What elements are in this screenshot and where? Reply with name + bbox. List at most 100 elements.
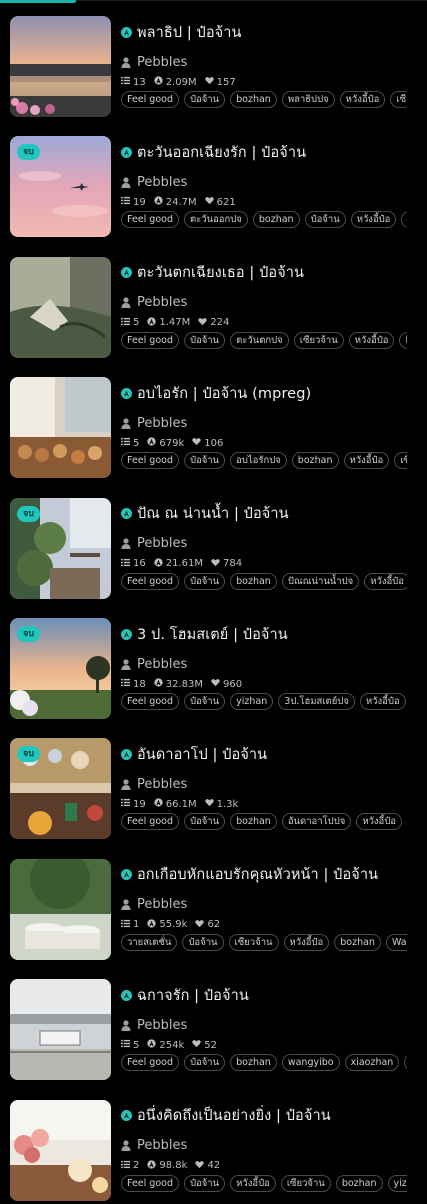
story-title[interactable]: อันดาอาโป | ป๋อจ้าน xyxy=(137,743,267,766)
tag-chip[interactable]: หวังอี้ป๋อ xyxy=(343,452,390,470)
author-row[interactable]: Pebbles xyxy=(121,1016,187,1034)
story-title-row[interactable]: ปัณ ณ น่านน้ำ | ป๋อจ้าน xyxy=(121,502,421,526)
tag-chip[interactable]: พลาธิปปจ xyxy=(281,91,335,108)
tag-chip[interactable]: ป๋อจ้าน xyxy=(183,1054,226,1072)
story-title-row[interactable]: อันดาอาโป | ป๋อจ้าน xyxy=(121,742,421,766)
tag-chip[interactable]: Feel good xyxy=(121,1174,179,1192)
story-title-row[interactable]: ฉกาจรัก | ป๋อจ้าน xyxy=(121,983,421,1007)
tag-chip[interactable]: ป๋อจ้าน xyxy=(304,211,346,229)
tag-chip[interactable]: wangyibo xyxy=(281,1054,340,1072)
story-title[interactable]: ปัณ ณ น่านน้ำ | ป๋อจ้าน xyxy=(137,502,289,525)
tag-chip[interactable]: เซี xyxy=(390,91,407,108)
story-card[interactable]: พลาธิป | ป๋อจ้าน Pebbles 13 2.09M 157 Feel… xyxy=(0,0,427,120)
story-cover-image[interactable] xyxy=(10,377,111,479)
author-name[interactable]: Pebbles xyxy=(137,175,187,190)
story-cover-image[interactable] xyxy=(10,979,111,1081)
tag-chip[interactable]: ป๋อจ้าน xyxy=(183,693,226,710)
tag-chip[interactable]: Feel good xyxy=(121,91,179,108)
author-row[interactable]: Pebbles xyxy=(121,896,187,914)
story-card[interactable]: จบ ปัณ ณ น่านน้ำ | ป๋อจ้าน Pebbles 16 21.… xyxy=(0,482,427,602)
tag-chip[interactable]: bozhan xyxy=(230,572,277,590)
author-name[interactable]: Pebbles xyxy=(137,536,187,551)
story-card[interactable]: จบ 3 ป. โฮมสเตย์ | ป๋อจ้าน Pebbles 18 32.… xyxy=(0,602,427,722)
story-title[interactable]: อกเกือบหักแอบรักคุณหัวหน้า | ป๋อจ้าน xyxy=(137,863,378,886)
author-row[interactable]: Pebbles xyxy=(121,775,187,793)
story-cover-image[interactable] xyxy=(10,1099,111,1201)
story-title[interactable]: ตะวันตกเฉียงเธอ | ป๋อจ้าน xyxy=(137,261,304,284)
tag-chip[interactable]: ห xyxy=(404,1054,407,1072)
story-title-row[interactable]: พลาธิป | ป๋อจ้าน xyxy=(121,20,421,44)
story-card[interactable]: อนึ่งคิดถึงเป็นอย่างยิ่ง | ป๋อจ้าน Pebble… xyxy=(0,1084,427,1204)
author-name[interactable]: Pebbles xyxy=(137,657,187,672)
tag-chip[interactable]: Wan xyxy=(385,933,407,951)
tag-chip[interactable]: ป๋อจ้าน xyxy=(183,91,226,108)
tag-chip[interactable]: bozhan xyxy=(252,211,300,229)
tag-chip[interactable]: Feel good xyxy=(121,572,179,590)
tag-chip[interactable]: วายสเตชั่น xyxy=(121,933,178,951)
tag-chip[interactable]: หวังอี้ป๋อ xyxy=(339,91,386,108)
tag-chip[interactable]: ป๋อจ้าน xyxy=(182,933,224,951)
tag-chip[interactable]: ปัณณน่านน้ำปจ xyxy=(281,572,360,590)
story-card[interactable]: จบ อันดาอาโป | ป๋อจ้าน Pebbles 19 66.1M 1… xyxy=(0,722,427,842)
tag-chip[interactable]: bozhan xyxy=(334,933,381,951)
story-title-row[interactable]: ตะวันออกเฉียงรัก | ป๋อจ้าน xyxy=(121,140,421,164)
author-row[interactable]: Pebbles xyxy=(121,173,187,191)
tag-chip[interactable]: เซียวจ้าน xyxy=(293,331,344,349)
tag-chip[interactable]: เซียวจ้าน xyxy=(228,933,279,951)
story-card[interactable]: ฉกาจรัก | ป๋อจ้าน Pebbles 5 254k 52 Feel g… xyxy=(0,963,427,1083)
tag-chip[interactable]: หวังอี้ป๋อ xyxy=(359,693,406,710)
tag-chip[interactable]: เซี xyxy=(394,452,407,470)
story-title-row[interactable]: 3 ป. โฮมสเตย์ | ป๋อจ้าน xyxy=(121,622,421,646)
story-cover-image[interactable]: จบ xyxy=(10,738,111,840)
story-title[interactable]: อนึ่งคิดถึงเป็นอย่างยิ่ง | ป๋อจ้าน xyxy=(137,1104,331,1127)
tag-chip[interactable]: อบไอรักปจ xyxy=(230,452,287,470)
tag-chip[interactable]: เ xyxy=(401,211,407,229)
tag-chip[interactable]: bozhan xyxy=(335,1174,383,1192)
story-title[interactable]: พลาธิป | ป๋อจ้าน xyxy=(137,21,242,44)
story-cover-image[interactable]: จบ xyxy=(10,136,111,238)
tag-chip[interactable]: bozhan xyxy=(230,91,277,108)
tag-chip[interactable]: ป๋อจ้าน xyxy=(183,331,226,349)
tag-chip[interactable]: bozhan xyxy=(291,452,339,470)
story-card[interactable]: จบ ตะวันออกเฉียงรัก | ป๋อจ้าน Pebbles 19 … xyxy=(0,120,427,240)
tag-chip[interactable]: Feel good xyxy=(121,211,179,229)
story-cover-image[interactable] xyxy=(10,16,111,117)
tag-chip[interactable]: ตะวันออกปจ xyxy=(183,211,248,229)
tag-chip[interactable]: Feel good xyxy=(121,1054,179,1072)
tag-chip[interactable]: Feel good xyxy=(121,331,179,349)
story-card[interactable]: อกเกือบหักแอบรักคุณหัวหน้า | ป๋อจ้าน Pebb… xyxy=(0,843,427,963)
author-row[interactable]: Pebbles xyxy=(121,655,187,673)
story-title-row[interactable]: อกเกือบหักแอบรักคุณหัวหน้า | ป๋อจ้าน xyxy=(121,863,421,887)
tag-chip[interactable]: Feel good xyxy=(121,452,179,470)
author-name[interactable]: Pebbles xyxy=(137,55,187,70)
author-row[interactable]: Pebbles xyxy=(121,1137,187,1155)
author-row[interactable]: Pebbles xyxy=(121,535,187,553)
tag-chip[interactable]: หวังอี้ป๋อ xyxy=(348,331,395,349)
tag-chip[interactable]: xiaozhan xyxy=(344,1054,400,1072)
story-title-row[interactable]: อบไอรัก | ป๋อจ้าน (mpreg) xyxy=(121,381,421,405)
author-name[interactable]: Pebbles xyxy=(137,295,187,310)
author-row[interactable]: Pebbles xyxy=(121,414,187,432)
story-cover-image[interactable]: จบ xyxy=(10,497,111,599)
story-cover-image[interactable]: จบ xyxy=(10,618,111,719)
story-title-row[interactable]: อนึ่งคิดถึงเป็นอย่างยิ่ง | ป๋อจ้าน xyxy=(121,1104,421,1128)
tag-chip[interactable]: หวังอี้ป๋อ xyxy=(230,1174,276,1192)
story-title[interactable]: ฉกาจรัก | ป๋อจ้าน xyxy=(137,984,249,1007)
tag-chip[interactable]: ป๋อจ้าน xyxy=(183,572,226,590)
tag-chip[interactable]: เซียวจ้าน xyxy=(280,1174,331,1192)
tag-chip[interactable]: หวังอี้ป๋อ xyxy=(283,933,330,951)
tag-chip[interactable]: หวังอี้ป๋อ xyxy=(356,813,402,831)
tag-chip[interactable]: 3ป.โฮมสเตย์ปจ xyxy=(278,693,355,710)
tag-chip[interactable]: yizhan xyxy=(230,693,274,710)
story-cover-image[interactable] xyxy=(10,858,111,960)
author-name[interactable]: Pebbles xyxy=(137,416,187,431)
tag-chip[interactable]: ป๋อจ้าน xyxy=(183,452,226,470)
author-name[interactable]: Pebbles xyxy=(137,1138,187,1153)
tag-chip[interactable]: Feel good xyxy=(121,813,179,831)
story-title-row[interactable]: ตะวันตกเฉียงเธอ | ป๋อจ้าน xyxy=(121,261,421,285)
author-row[interactable]: Pebbles xyxy=(121,53,187,71)
author-name[interactable]: Pebbles xyxy=(137,897,187,912)
story-cover-image[interactable] xyxy=(10,256,111,358)
tag-chip[interactable]: ป๋อจ้าน xyxy=(183,813,226,831)
story-card[interactable]: อบไอรัก | ป๋อจ้าน (mpreg) Pebbles 5 679k … xyxy=(0,361,427,481)
